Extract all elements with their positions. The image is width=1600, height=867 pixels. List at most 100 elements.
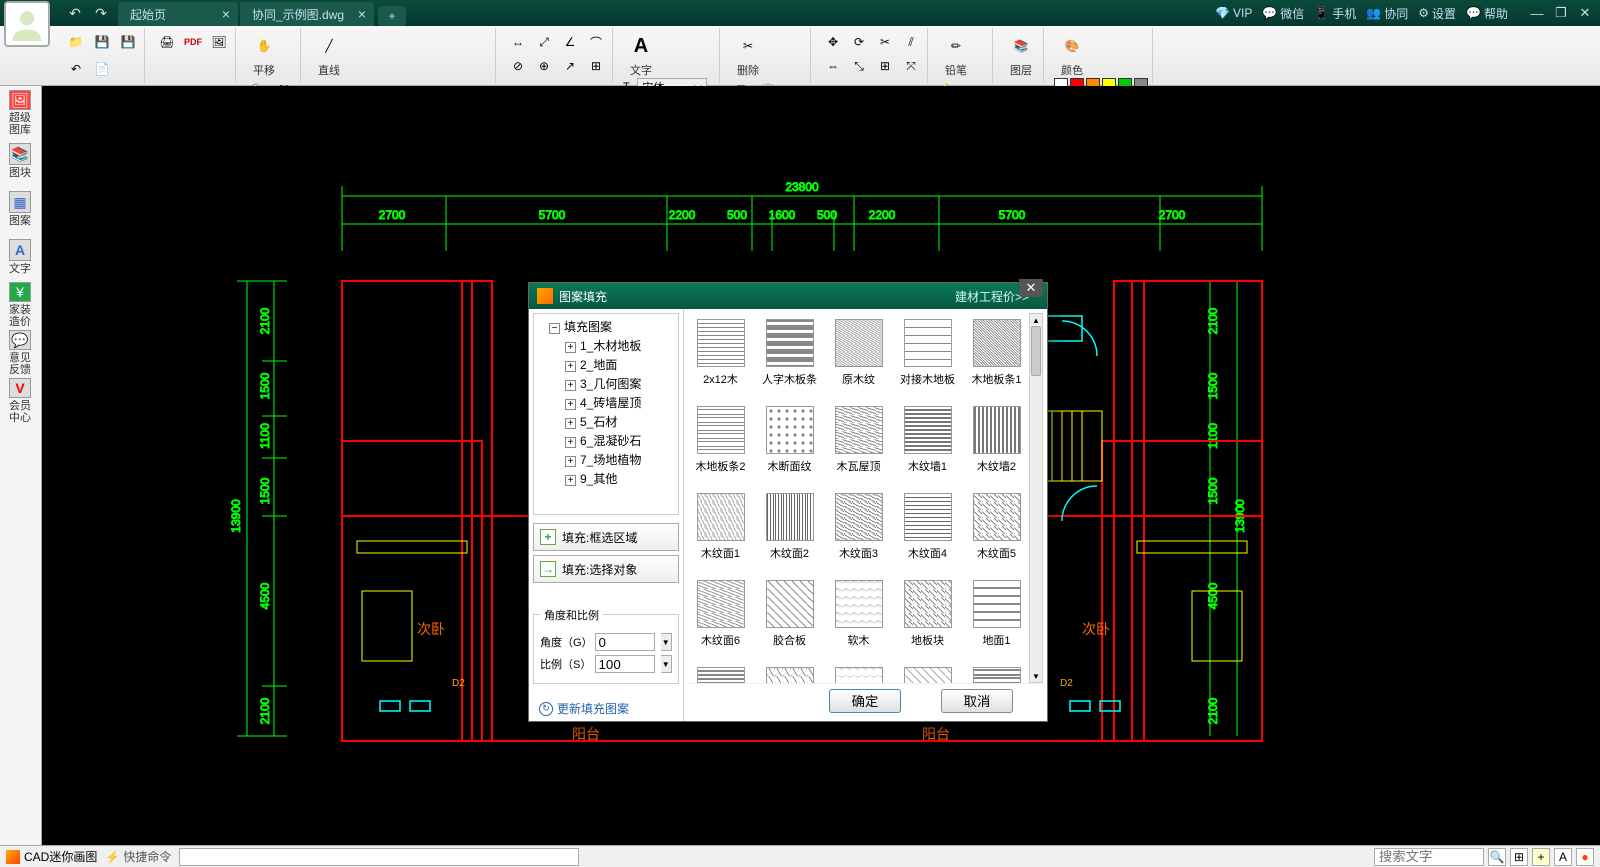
ok-button[interactable]: 确定: [829, 689, 901, 713]
vip-link[interactable]: 💎VIP: [1215, 6, 1252, 20]
scroll-thumb[interactable]: [1031, 326, 1041, 376]
pattern-item[interactable]: [688, 661, 753, 683]
pan-tool[interactable]: ✋ 平移: [246, 30, 282, 78]
scale-icon[interactable]: ⤡: [847, 54, 871, 78]
pattern-item[interactable]: [757, 661, 822, 683]
print-icon[interactable]: 🖨: [155, 30, 179, 54]
offset-icon[interactable]: ⫽: [899, 30, 923, 54]
dim-arc-icon[interactable]: ⌒: [584, 30, 608, 54]
close-icon[interactable]: ×: [358, 6, 366, 22]
save-icon[interactable]: 💾: [90, 30, 114, 54]
tab-add-button[interactable]: +: [378, 6, 406, 26]
pattern-item[interactable]: 木地板条1: [964, 313, 1029, 398]
tab-document[interactable]: 协同_示例图.dwg ×: [240, 2, 374, 26]
text-tool-left[interactable]: A文字: [0, 234, 40, 280]
tree-item[interactable]: +9_其他: [565, 469, 675, 488]
mirror-icon[interactable]: ⇔: [821, 54, 845, 78]
pattern-tool[interactable]: ▦图案: [0, 186, 40, 232]
pattern-item[interactable]: [895, 661, 960, 683]
dialog-titlebar[interactable]: 图案填充 建材工程价>> ✕: [529, 283, 1047, 309]
dialog-close-button[interactable]: ✕: [1019, 279, 1043, 297]
user-avatar[interactable]: [4, 1, 50, 47]
feedback-tool[interactable]: 💬意见反馈: [0, 330, 40, 376]
close-icon[interactable]: ×: [222, 6, 230, 22]
undo-icon[interactable]: ↶: [64, 57, 88, 81]
drawing-canvas[interactable]: 23800 2700 5700 2200 500 1600 500 2200 5…: [42, 86, 1600, 845]
fill-object-button[interactable]: →填充:选择对象: [533, 555, 679, 583]
record-icon[interactable]: ●: [1576, 848, 1594, 866]
minimize-button[interactable]: —: [1526, 4, 1548, 22]
pattern-item[interactable]: 木纹墙1: [895, 400, 960, 485]
tree-item[interactable]: +1_木材地板: [565, 336, 675, 355]
dim-angular-icon[interactable]: ∠: [558, 30, 582, 54]
dim-radius-icon[interactable]: ⊘: [506, 54, 530, 78]
pattern-item[interactable]: 人字木板条: [757, 313, 822, 398]
trim-icon[interactable]: ✂: [873, 30, 897, 54]
dim-leader-icon[interactable]: ↗: [558, 54, 582, 78]
wechat-link[interactable]: 💬微信: [1262, 5, 1304, 22]
tree-item[interactable]: +4_砖墙屋顶: [565, 393, 675, 412]
delete-tool[interactable]: ✂ 删除: [730, 30, 766, 78]
cancel-button[interactable]: 取消: [941, 689, 1013, 713]
tree-item[interactable]: +7_场地植物: [565, 450, 675, 469]
block-tool[interactable]: 📚图块: [0, 138, 40, 184]
line-tool[interactable]: ╱ 直线: [311, 30, 347, 78]
member-tool[interactable]: V会员中心: [0, 378, 40, 424]
pattern-item[interactable]: 木纹面5: [964, 487, 1029, 572]
search-icon[interactable]: 🔍: [1488, 848, 1506, 866]
tree-item[interactable]: +2_地面: [565, 355, 675, 374]
dim-linear-icon[interactable]: ↔: [506, 30, 530, 54]
pattern-item[interactable]: 原木纹: [826, 313, 891, 398]
maximize-button[interactable]: ❐: [1550, 4, 1572, 22]
command-input[interactable]: [179, 848, 579, 866]
pattern-item[interactable]: 木纹面2: [757, 487, 822, 572]
material-price-link[interactable]: 建材工程价>>: [955, 288, 1029, 305]
tree-root[interactable]: −填充图案: [537, 317, 675, 336]
stretch-icon[interactable]: ⤧: [899, 54, 923, 78]
nav-forward-icon[interactable]: ↷: [90, 4, 112, 22]
pattern-item[interactable]: 木地板条2: [688, 400, 753, 485]
collab-link[interactable]: 👥协同: [1366, 5, 1408, 22]
scrollbar[interactable]: ▲ ▼: [1029, 313, 1043, 683]
cost-tool[interactable]: ¥家装造价: [0, 282, 40, 328]
scroll-up-icon[interactable]: ▲: [1030, 314, 1042, 326]
pattern-item[interactable]: 胶合板: [757, 574, 822, 659]
pattern-item[interactable]: 木纹面1: [688, 487, 753, 572]
ortho-icon[interactable]: +: [1532, 848, 1550, 866]
osnap-icon[interactable]: A: [1554, 848, 1572, 866]
pattern-item[interactable]: 木纹面6: [688, 574, 753, 659]
help-link[interactable]: 💬帮助: [1466, 5, 1508, 22]
dim-coord-icon[interactable]: ⊞: [584, 54, 608, 78]
layer-tool[interactable]: 📚 图层: [1003, 30, 1039, 78]
scroll-down-icon[interactable]: ▼: [1030, 670, 1042, 682]
array-icon[interactable]: ⊞: [873, 54, 897, 78]
fill-region-button[interactable]: +填充:框选区域: [533, 523, 679, 551]
new-icon[interactable]: 📄: [90, 57, 114, 81]
scale-input[interactable]: [595, 655, 655, 673]
angle-dropdown-icon[interactable]: ▼: [661, 633, 673, 651]
text-tool[interactable]: A 文字: [623, 30, 659, 78]
pattern-item[interactable]: 地板块: [895, 574, 960, 659]
snap-icon[interactable]: ⊞: [1510, 848, 1528, 866]
move-icon[interactable]: ✥: [821, 30, 845, 54]
pattern-item[interactable]: 2x12木: [688, 313, 753, 398]
color-tool[interactable]: 🎨 颜色: [1054, 30, 1090, 78]
pattern-item[interactable]: 木断面纹: [757, 400, 822, 485]
pattern-item[interactable]: 地面1: [964, 574, 1029, 659]
pattern-item[interactable]: 木纹面3: [826, 487, 891, 572]
tree-item[interactable]: +5_石材: [565, 412, 675, 431]
pattern-item[interactable]: [964, 661, 1029, 683]
pattern-item[interactable]: 木纹墙2: [964, 400, 1029, 485]
saveas-icon[interactable]: 💾: [116, 30, 140, 54]
pattern-item[interactable]: 木瓦屋顶: [826, 400, 891, 485]
pdf-icon[interactable]: PDF: [181, 30, 205, 54]
dim-diameter-icon[interactable]: ⊕: [532, 54, 556, 78]
dim-aligned-icon[interactable]: ⤢: [532, 30, 556, 54]
search-input[interactable]: [1374, 848, 1484, 866]
mobile-link[interactable]: 📱手机: [1314, 5, 1356, 22]
pencil-tool[interactable]: ✏ 铅笔: [938, 30, 974, 78]
nav-back-icon[interactable]: ↶: [64, 4, 86, 22]
pattern-item[interactable]: [826, 661, 891, 683]
image-icon[interactable]: 🖼: [207, 30, 231, 54]
tree-item[interactable]: +6_混凝砂石: [565, 431, 675, 450]
